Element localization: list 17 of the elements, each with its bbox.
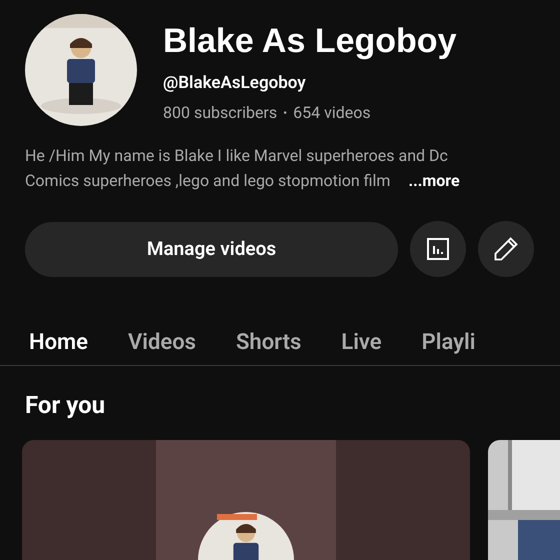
bar-chart-icon xyxy=(426,237,450,261)
section-title: For you xyxy=(24,390,106,420)
pencil-icon xyxy=(492,235,520,263)
separator-dot: • xyxy=(283,105,288,122)
tab[interactable]: Home xyxy=(25,324,92,365)
more-link[interactable]: ...more xyxy=(408,168,460,193)
description-text: He /Him My name is Blake I like Marvel superheroes and Dc xyxy=(25,145,448,167)
manage-videos-button[interactable]: Manage videos xyxy=(25,222,398,276)
tab[interactable]: Playli xyxy=(422,324,476,365)
tab[interactable]: Shorts xyxy=(236,324,302,365)
tab[interactable]: Videos xyxy=(128,324,196,365)
channel-handle: @BlakeAsLegoboy xyxy=(163,72,307,94)
video-count: 654 videos xyxy=(293,102,371,124)
description-text: Comics superheroes ,lego and lego stopmotion film xyxy=(25,170,390,192)
subscriber-count: 800 subscribers xyxy=(163,102,278,124)
tab[interactable]: Live xyxy=(341,324,382,365)
channel-name: Blake As Legoboy xyxy=(163,21,456,62)
